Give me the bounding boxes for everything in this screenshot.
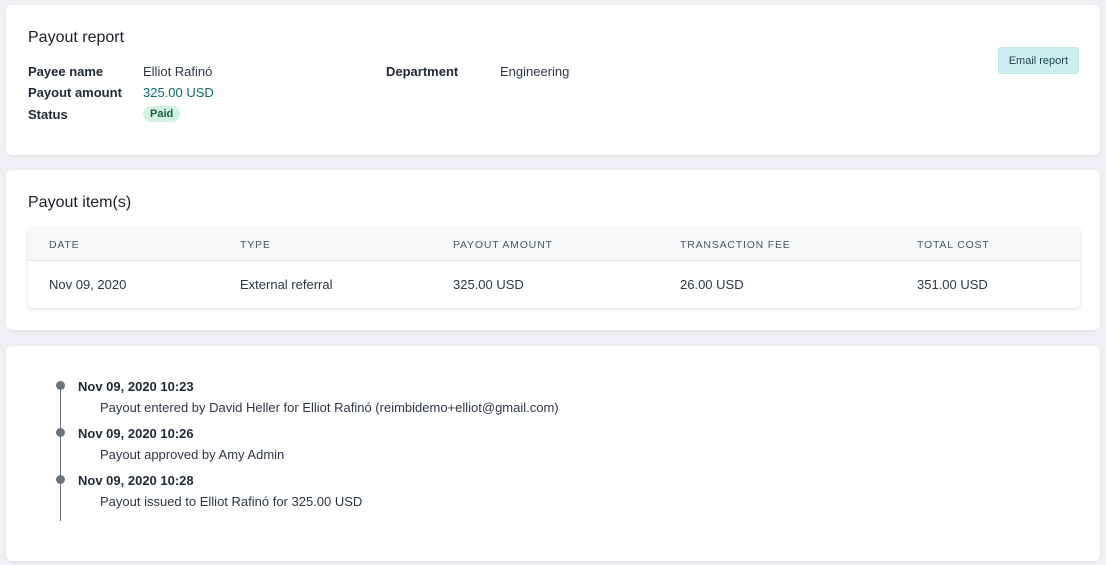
timeline-event-time: Nov 09, 2020 10:28 <box>78 473 194 488</box>
timeline-dot <box>56 428 65 437</box>
department-value: Engineering <box>500 64 570 79</box>
status-label: Status <box>28 107 68 122</box>
items-title: Payout item(s) <box>28 194 132 211</box>
status-badge: Paid <box>143 106 181 122</box>
timeline-line <box>60 384 61 521</box>
payee-name-label: Payee name <box>28 64 104 79</box>
payout-items-card: Payout item(s) DATE TYPE PAYOUT AMOUNT T… <box>6 170 1100 330</box>
column-header-transaction-fee: TRANSACTION FEE <box>680 239 791 251</box>
timeline-event-time: Nov 09, 2020 10:26 <box>78 426 194 441</box>
cell-payout-amount: 325.00 USD <box>453 277 524 292</box>
payout-report-card: Payout report Payee name Elliot Rafinó P… <box>6 5 1100 155</box>
table-header: DATE TYPE PAYOUT AMOUNT TRANSACTION FEE … <box>28 227 1080 261</box>
column-header-date: DATE <box>49 239 80 251</box>
timeline-dot <box>56 381 65 390</box>
payout-amount-value: 325.00 USD <box>143 85 214 100</box>
payout-amount-label: Payout amount <box>28 85 122 100</box>
column-header-type: TYPE <box>240 239 271 251</box>
timeline-event-time: Nov 09, 2020 10:23 <box>78 379 194 394</box>
email-report-button[interactable]: Email report <box>997 47 1079 74</box>
column-header-payout-amount: PAYOUT AMOUNT <box>453 239 553 251</box>
department-label: Department <box>386 64 459 79</box>
timeline-dot <box>56 475 65 484</box>
payee-name-value: Elliot Rafinó <box>143 64 213 79</box>
activity-timeline-card: Nov 09, 2020 10:23 Payout entered by Dav… <box>6 346 1100 561</box>
report-title: Payout report <box>28 29 125 46</box>
cell-total-cost: 351.00 USD <box>917 277 988 292</box>
timeline-event-description: Payout entered by David Heller for Ellio… <box>100 400 559 415</box>
timeline-event-description: Payout approved by Amy Admin <box>100 447 285 462</box>
table-row: Nov 09, 2020 External referral 325.00 US… <box>28 262 1080 308</box>
column-header-total-cost: TOTAL COST <box>917 239 990 251</box>
cell-type: External referral <box>240 277 333 292</box>
payout-items-table: DATE TYPE PAYOUT AMOUNT TRANSACTION FEE … <box>28 227 1080 308</box>
cell-transaction-fee: 26.00 USD <box>680 277 744 292</box>
cell-date: Nov 09, 2020 <box>49 277 127 292</box>
timeline-event-description: Payout issued to Elliot Rafinó for 325.0… <box>100 494 363 509</box>
